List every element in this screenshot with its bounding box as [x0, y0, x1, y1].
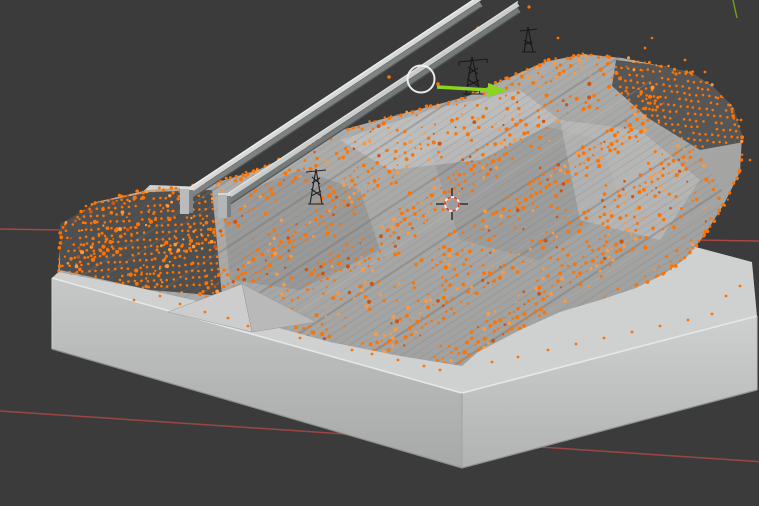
post1-side — [189, 190, 193, 213]
viewport-canvas[interactable] — [0, 0, 759, 506]
post1-front — [180, 189, 189, 214]
post2-front — [218, 195, 227, 218]
post2-side — [227, 196, 231, 217]
3d-viewport[interactable] — [0, 0, 759, 506]
